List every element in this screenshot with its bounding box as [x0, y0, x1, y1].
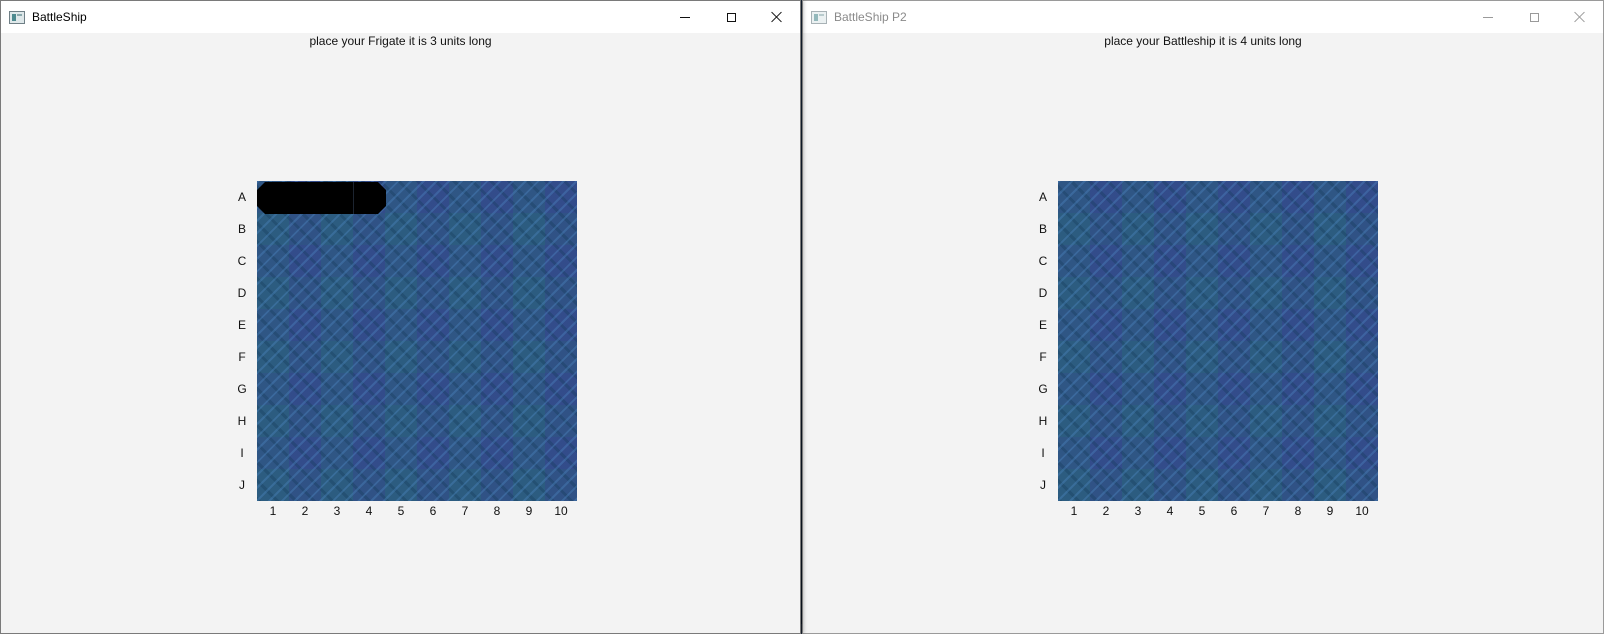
column-label: 5 [397, 504, 405, 518]
app-icon [811, 10, 827, 24]
row-label: G [1038, 382, 1048, 396]
row-label: J [1040, 478, 1046, 492]
ocean-grid[interactable] [1058, 181, 1378, 501]
row-label: J [239, 478, 245, 492]
column-label: 3 [1134, 504, 1142, 518]
close-icon [771, 11, 783, 23]
minimize-icon [680, 16, 690, 18]
column-label: 10 [1355, 504, 1369, 518]
column-label: 9 [1326, 504, 1334, 518]
maximize-button[interactable] [1511, 1, 1557, 33]
column-label: 5 [1198, 504, 1206, 518]
column-label: 4 [365, 504, 373, 518]
battleship-p2-window[interactable]: BattleShip P2 place your Battleship it i… [802, 0, 1604, 634]
column-label: 7 [461, 504, 469, 518]
title-bar[interactable]: BattleShip [1, 1, 800, 33]
column-label: 4 [1166, 504, 1174, 518]
row-label: I [240, 446, 244, 460]
row-labels: A B C D E F G H I J [1033, 181, 1053, 501]
row-label: H [1038, 414, 1048, 428]
column-label: 2 [1102, 504, 1110, 518]
column-label: 2 [301, 504, 309, 518]
column-label: 8 [493, 504, 501, 518]
column-labels: 1 2 3 4 5 6 7 8 9 10 [1058, 504, 1378, 518]
row-label: C [1038, 254, 1048, 268]
app-icon [9, 10, 25, 24]
row-label: I [1041, 446, 1045, 460]
column-label: 10 [554, 504, 568, 518]
row-label: H [237, 414, 247, 428]
row-label: G [237, 382, 247, 396]
column-labels: 1 2 3 4 5 6 7 8 9 10 [257, 504, 577, 518]
placed-ship[interactable] [257, 182, 386, 214]
placement-prompt: place your Battleship it is 4 units long [1104, 34, 1302, 48]
desktop: BattleShip place your Frigate it is 3 un… [0, 0, 1604, 634]
window-title: BattleShip [32, 10, 87, 24]
column-label: 6 [429, 504, 437, 518]
minimize-icon [1483, 16, 1493, 18]
minimize-button[interactable] [1465, 1, 1511, 33]
column-label: 8 [1294, 504, 1302, 518]
ship-segment-divider [353, 182, 354, 214]
battleship-window[interactable]: BattleShip place your Frigate it is 3 un… [0, 0, 801, 634]
window-title: BattleShip P2 [834, 10, 907, 24]
placement-prompt: place your Frigate it is 3 units long [309, 34, 492, 48]
row-labels: A B C D E F G H I J [232, 181, 252, 501]
column-label: 7 [1262, 504, 1270, 518]
row-label: A [237, 190, 246, 204]
column-label: 9 [525, 504, 533, 518]
row-label: F [238, 350, 246, 364]
close-button[interactable] [754, 1, 800, 33]
column-label: 1 [269, 504, 277, 518]
maximize-icon [1529, 12, 1539, 22]
maximize-icon [726, 12, 736, 22]
row-label: E [1038, 318, 1047, 332]
row-label: F [1039, 350, 1047, 364]
column-label: 6 [1230, 504, 1238, 518]
row-label: B [1038, 222, 1047, 236]
row-label: C [237, 254, 247, 268]
row-label: D [1038, 286, 1048, 300]
row-label: A [1038, 190, 1047, 204]
column-label: 3 [333, 504, 341, 518]
maximize-button[interactable] [708, 1, 754, 33]
row-label: B [237, 222, 246, 236]
minimize-button[interactable] [662, 1, 708, 33]
close-icon [1574, 11, 1586, 23]
ocean-grid[interactable] [257, 181, 577, 501]
column-label: 1 [1070, 504, 1078, 518]
close-button[interactable] [1557, 1, 1603, 33]
row-label: E [237, 318, 246, 332]
row-label: D [237, 286, 247, 300]
title-bar[interactable]: BattleShip P2 [803, 1, 1603, 33]
